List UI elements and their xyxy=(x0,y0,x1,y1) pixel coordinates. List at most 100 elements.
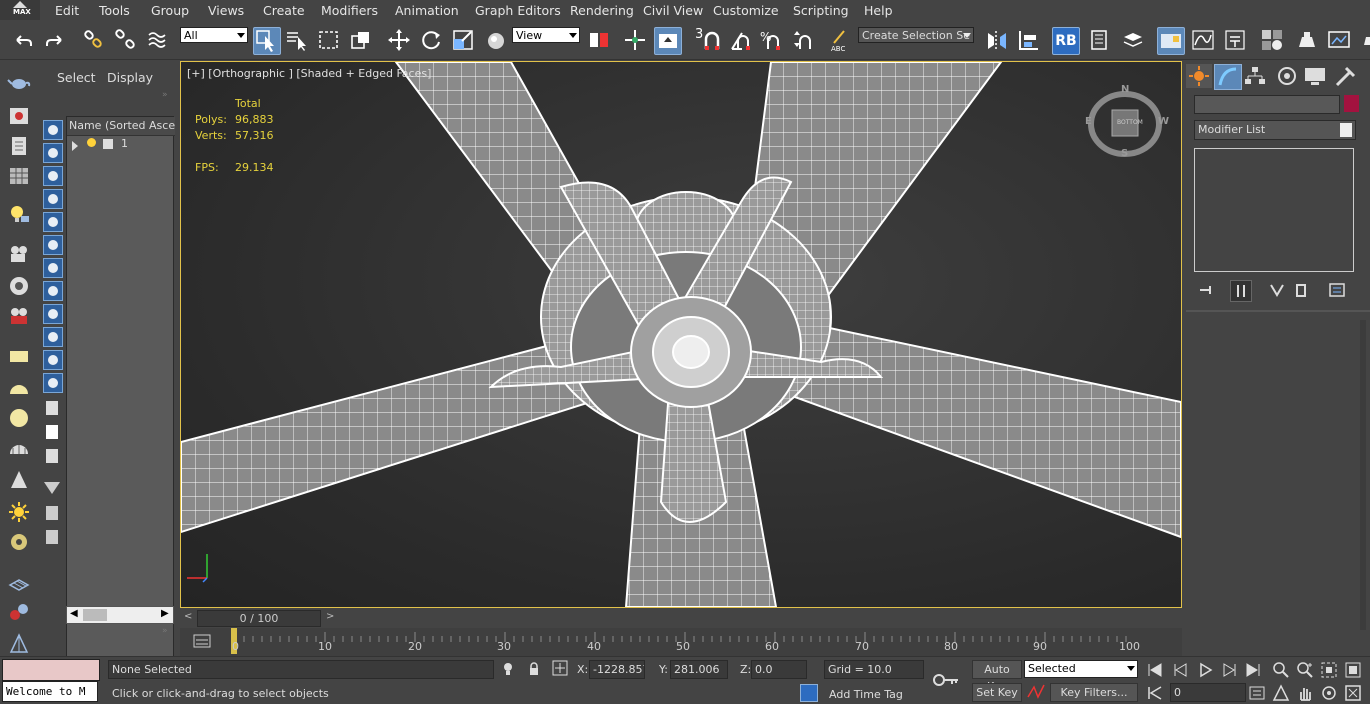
panel-expand-chevron-icon[interactable]: » xyxy=(162,90,168,100)
selection-lock-icon[interactable] xyxy=(528,662,540,676)
display-lights-icon[interactable] xyxy=(43,166,63,186)
create-tab-icon[interactable] xyxy=(1186,64,1212,88)
select-and-manipulate-icon[interactable] xyxy=(622,27,648,53)
remove-modifier-icon[interactable] xyxy=(1292,282,1310,298)
set-keys-key-icon[interactable] xyxy=(932,671,960,689)
snaps-toggle-icon[interactable] xyxy=(700,27,726,53)
menu-views[interactable]: Views xyxy=(208,3,244,18)
y-coordinate-field[interactable]: 281.006 xyxy=(670,660,728,679)
object-name-field[interactable] xyxy=(1194,95,1340,114)
display-helpers-icon[interactable] xyxy=(43,212,63,232)
display-geometry-icon[interactable] xyxy=(43,120,63,140)
current-frame-field[interactable]: 0 xyxy=(1170,683,1246,702)
viewport-label-menu[interactable]: [+] [Orthographic ] [Shaded + Edged Face… xyxy=(187,67,431,80)
utilities-tab-icon[interactable] xyxy=(1332,64,1358,88)
bind-space-warp-icon[interactable] xyxy=(145,27,171,53)
key-filters-button[interactable]: Key Filters... xyxy=(1050,683,1138,702)
display-hidden-icon[interactable] xyxy=(43,373,63,393)
trackbar[interactable]: 0 10 20 30 40 50 60 70 80 90 100 xyxy=(180,628,1182,656)
render-setup-icon[interactable] xyxy=(1294,27,1320,53)
isolate-selection-bulb-icon[interactable] xyxy=(502,662,514,676)
select-and-move-icon[interactable] xyxy=(386,27,412,53)
display-groups-icon[interactable] xyxy=(43,258,63,278)
absolute-mode-transform-icon[interactable] xyxy=(552,660,568,676)
maxscript-mini-listener-top[interactable] xyxy=(2,659,100,681)
menu-tools[interactable]: Tools xyxy=(99,3,130,18)
viewcube-face-label[interactable]: BOTTOM xyxy=(1117,119,1143,126)
toggle-ribbon-icon[interactable] xyxy=(1157,27,1185,55)
align-icon[interactable] xyxy=(1016,27,1042,53)
window-crossing-icon[interactable] xyxy=(348,27,374,53)
key-curve-icon[interactable] xyxy=(1026,683,1046,701)
time-slider[interactable]: < 0 / 100 > xyxy=(180,608,1182,628)
orbit-icon[interactable] xyxy=(1320,684,1338,702)
modifier-list-dropdown[interactable]: Modifier List xyxy=(1194,120,1356,140)
select-by-name-icon[interactable] xyxy=(284,27,310,53)
hemisphere-icon[interactable] xyxy=(7,376,31,400)
teapot-icon[interactable] xyxy=(7,70,31,94)
scroll-right-arrow-icon[interactable]: ▶ xyxy=(161,608,169,619)
hierarchy-tab-icon[interactable] xyxy=(1242,64,1268,88)
reference-coordinate-system-dropdown[interactable]: View xyxy=(512,27,580,43)
command-panel-scrollbar[interactable] xyxy=(1360,320,1366,630)
previous-frame-arrow-icon[interactable]: < xyxy=(184,611,192,622)
redo-icon[interactable] xyxy=(42,27,68,53)
menu-help[interactable]: Help xyxy=(864,3,893,18)
rendered-frame-window-icon[interactable] xyxy=(1326,27,1352,53)
maximize-viewport-toggle-icon[interactable] xyxy=(1344,684,1362,702)
time-slider-thumb[interactable]: 0 / 100 xyxy=(197,610,321,627)
pan-view-hand-icon[interactable] xyxy=(1296,684,1314,702)
angle-snap-toggle-icon[interactable] xyxy=(728,27,754,53)
pivot-point-center-icon[interactable] xyxy=(586,27,612,53)
notepad-icon[interactable] xyxy=(7,134,31,158)
display-space-warps-icon[interactable] xyxy=(43,235,63,255)
show-end-result-icon[interactable] xyxy=(1230,280,1252,302)
display-shapes-icon[interactable] xyxy=(43,143,63,163)
torus-icon[interactable] xyxy=(7,530,31,554)
material-editor-icon[interactable] xyxy=(1259,27,1285,53)
rb-toolbar-button[interactable]: RB xyxy=(1052,27,1080,55)
adaptive-degradation-icon[interactable] xyxy=(800,684,818,702)
configure-modifier-sets-icon[interactable] xyxy=(1328,282,1346,298)
tab-select[interactable]: Select xyxy=(57,70,96,85)
add-time-tag-button[interactable]: Add Time Tag xyxy=(829,688,903,701)
scene-object-list[interactable]: Name (Sorted Ascend 1 xyxy=(66,116,175,668)
keyboard-shortcut-override-icon[interactable] xyxy=(654,27,682,55)
go-to-start-icon[interactable] xyxy=(1146,661,1164,679)
menu-group[interactable]: Group xyxy=(151,3,189,18)
menu-modifiers[interactable]: Modifiers xyxy=(321,3,378,18)
tab-display[interactable]: Display xyxy=(107,70,153,85)
scene-explorer-toggle-icon[interactable] xyxy=(1086,27,1112,53)
named-selection-set-input[interactable]: Create Selection Se xyxy=(858,27,974,43)
camera-icon[interactable] xyxy=(7,242,31,266)
horizontal-scrollbar[interactable]: ◀ ▶ xyxy=(66,606,174,624)
name-column-header[interactable]: Name (Sorted Ascend xyxy=(67,117,175,136)
orthographic-viewport[interactable]: [+] [Orthographic ] [Shaded + Edged Face… xyxy=(180,61,1182,608)
light-bulb-icon[interactable] xyxy=(87,138,96,147)
rectangular-selection-region-icon[interactable] xyxy=(316,27,342,53)
menu-customize[interactable]: Customize xyxy=(713,3,779,18)
display-frozen-icon[interactable] xyxy=(43,350,63,370)
next-frame-arrow-icon[interactable]: > xyxy=(326,611,334,622)
display-containers-icon[interactable] xyxy=(43,327,63,347)
plane-primitive-icon[interactable] xyxy=(7,344,31,368)
menu-civil-view[interactable]: Civil View xyxy=(643,3,703,18)
schematic-view-icon[interactable] xyxy=(1222,27,1248,53)
pin-stack-icon[interactable] xyxy=(1198,282,1216,298)
layer-name[interactable]: 1 xyxy=(121,137,128,150)
layer-filter-icon[interactable] xyxy=(46,506,58,520)
undo-icon[interactable] xyxy=(10,27,36,53)
geosphere-icon[interactable] xyxy=(7,438,31,462)
time-configuration-icon[interactable] xyxy=(1248,684,1266,702)
invert-display-icon[interactable] xyxy=(46,449,58,463)
filter-funnel-icon[interactable] xyxy=(44,482,60,494)
sphere-icon[interactable] xyxy=(7,406,31,430)
local-scene-icon[interactable] xyxy=(46,530,58,544)
zoom-extents-all-icon[interactable] xyxy=(1344,661,1362,679)
light-bulb-panel-icon[interactable] xyxy=(7,202,31,226)
maxscript-mini-listener-bottom[interactable]: Welcome to M xyxy=(2,681,98,702)
menu-edit[interactable]: Edit xyxy=(55,3,79,18)
menu-create[interactable]: Create xyxy=(263,3,305,18)
render-production-icon[interactable] xyxy=(1356,27,1370,53)
render-camera-icon[interactable] xyxy=(7,274,31,298)
